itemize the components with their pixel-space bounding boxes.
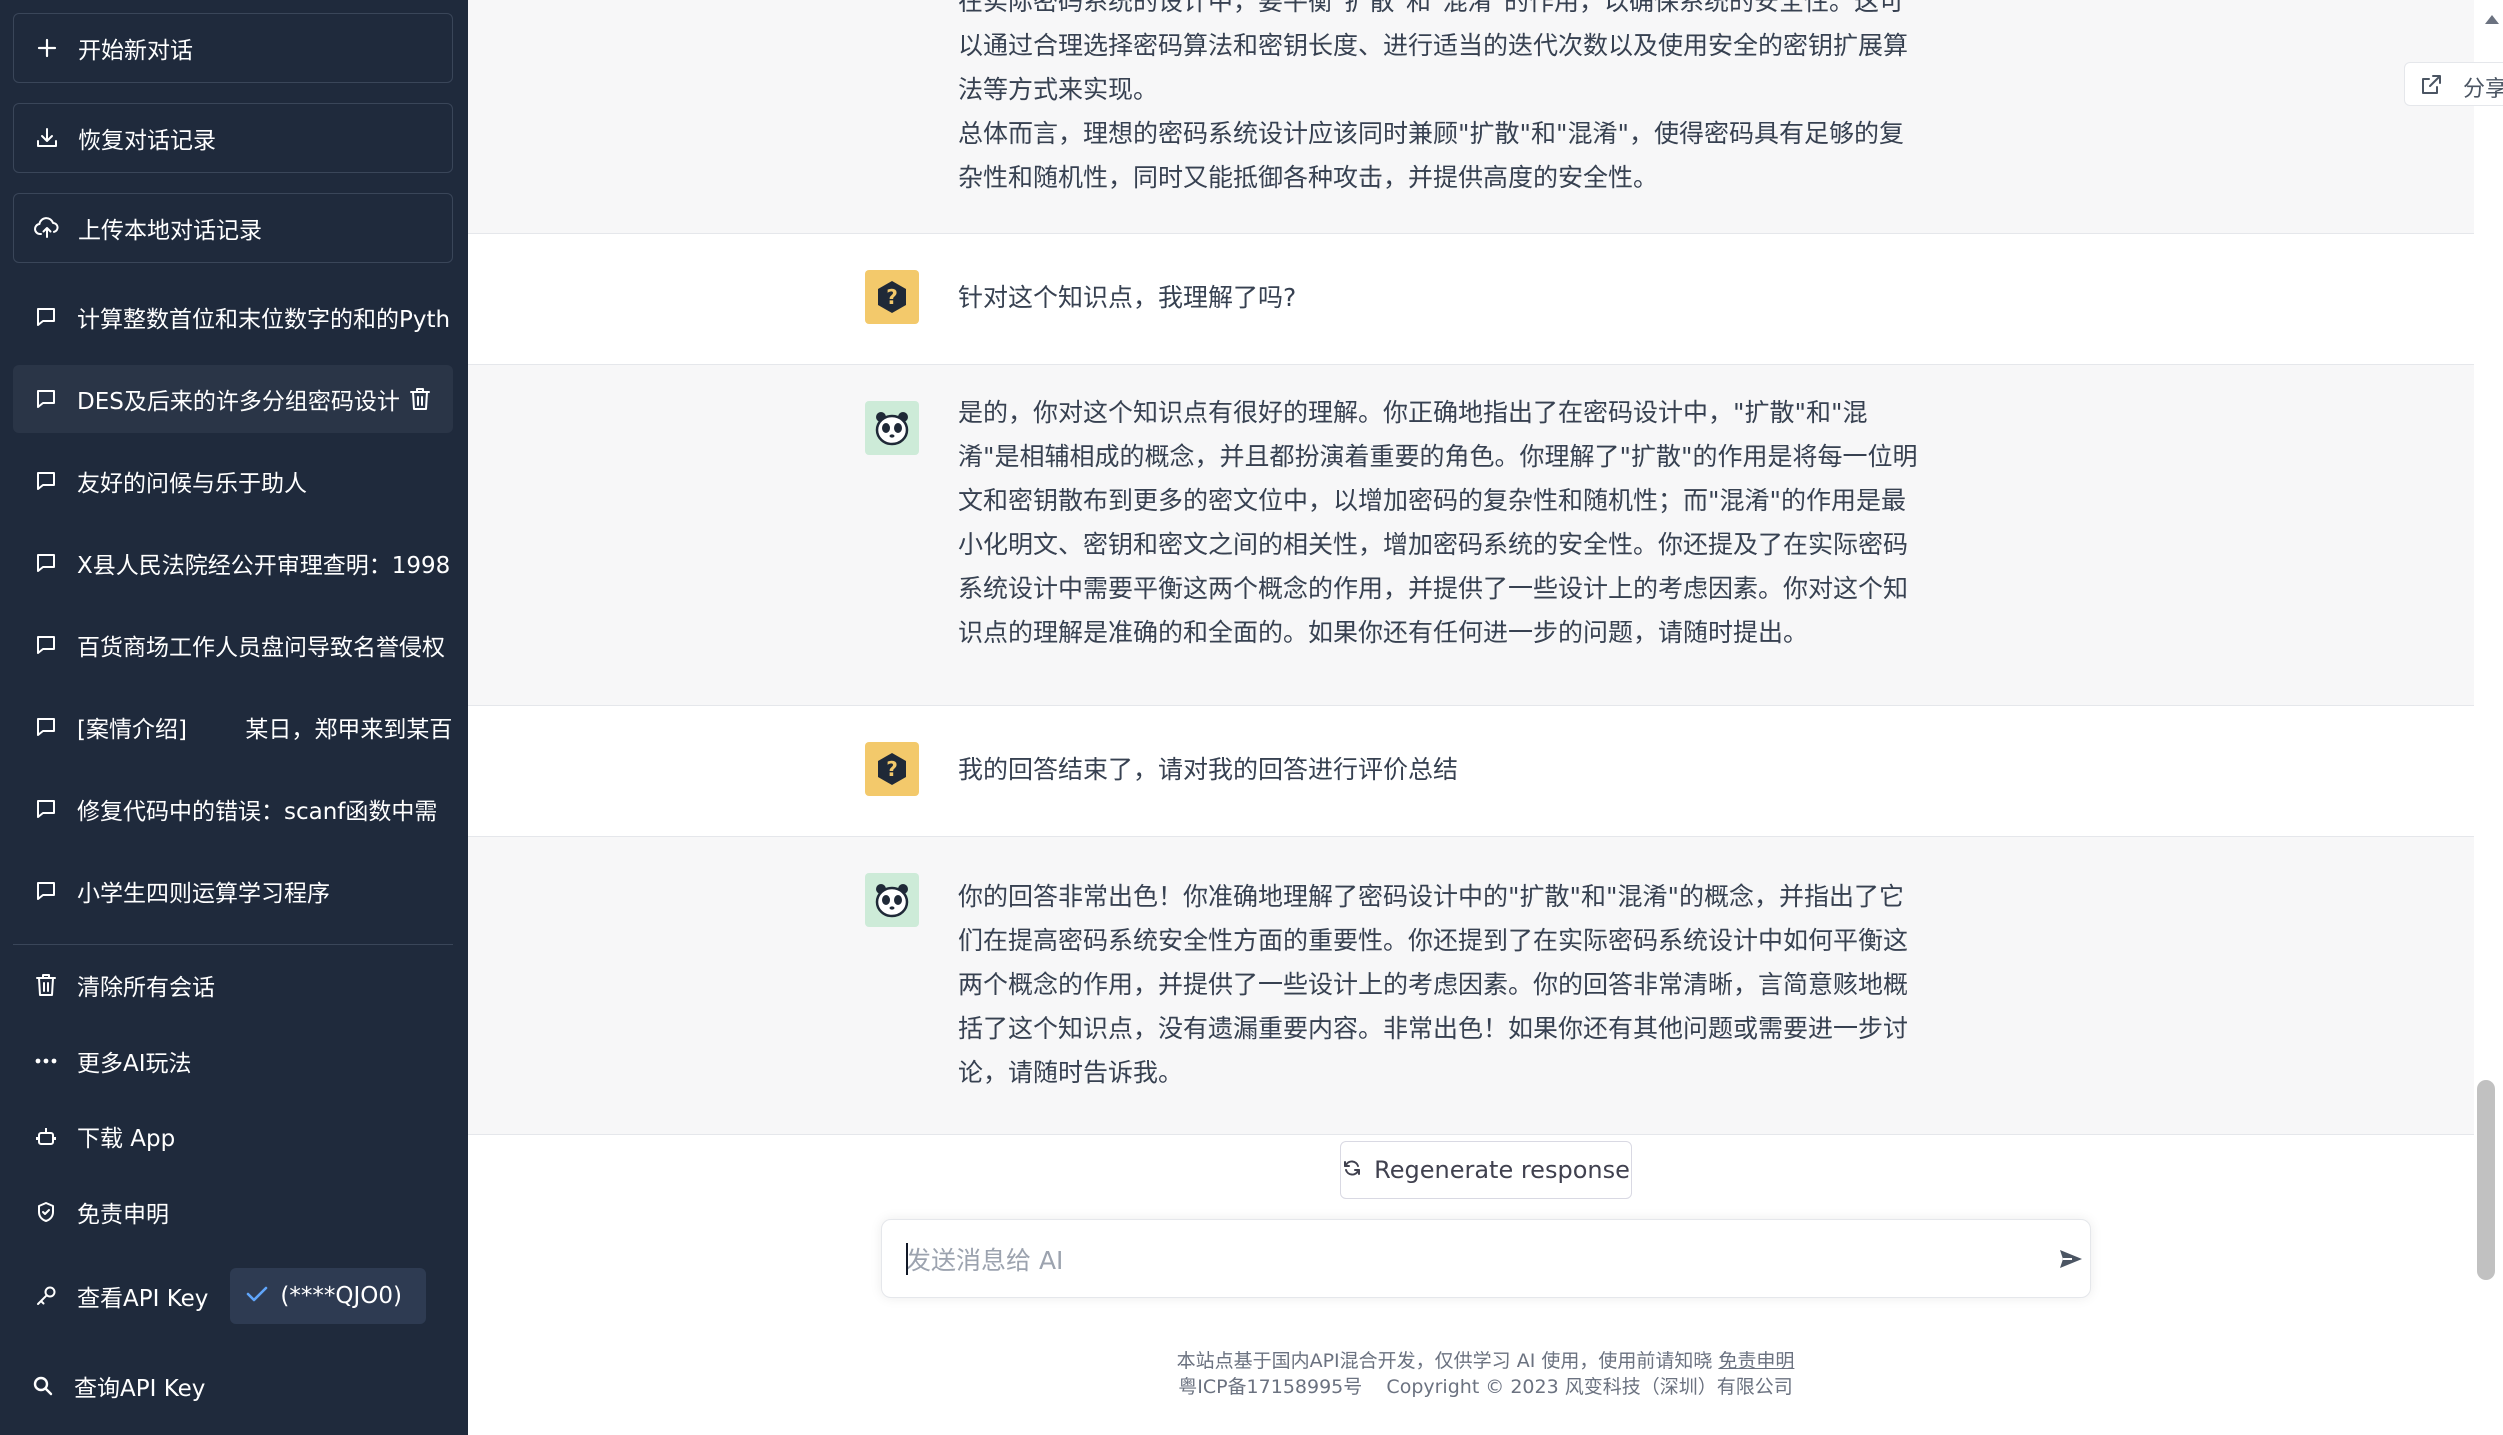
disclaimer-link[interactable]: 免责申明 [1718,1350,1794,1372]
regenerate-label: Regenerate response [1374,1156,1630,1184]
conversation-title: 小学生四则运算学习程序 [77,881,330,907]
new-chat-button[interactable]: 开始新对话 [13,13,453,83]
user-avatar: ? [865,270,919,324]
scrollbar-thumb[interactable] [2477,1080,2495,1280]
chat-bubble-icon [33,878,59,904]
conversation-item[interactable]: 小学生四则运算学习程序 [13,857,453,925]
chat-bubble-icon [33,796,59,822]
ai-message-line: 总体而言，理想的密码系统设计应该同时兼顾"扩散"和"混淆"，使得密码具有足够的复 [958,119,1904,148]
sidebar: 开始新对话 恢复对话记录 上传本地对话记录 计算整数首位和末位数字的和的Pyth… [0,0,468,1435]
key-icon [33,1283,59,1309]
chat-bubble-icon [33,304,59,330]
chat-main: 在实际密码系统的设计中，要平衡"扩散"和"混淆"的作用，以确保系统的安全性。这可… [468,0,2503,1435]
conversation-title: X县人民法院经公开审理查明：1998 [77,553,451,579]
trash-icon [33,972,59,998]
message-row-user: ? 我的回答结束了，请对我的回答进行评价总结 [468,706,2474,836]
footer-disclaimer: 本站点基于国内API混合开发，仅供学习 AI 使用，使用前请知晓 免责申明 [468,1346,2503,1373]
share-label: 分享 [2463,77,2503,102]
footer-copyright-text: 粤ICP备17158995号 Copyright © 2023 风变科技（深圳）… [1178,1376,1793,1398]
conversation-item[interactable]: [案情介绍] 某日，郑甲来到某百 [13,693,453,761]
upload-history-label: 上传本地对话记录 [78,218,262,244]
conversation-title: 修复代码中的错误：scanf函数中需 [77,799,438,825]
message-input[interactable] [904,1238,2008,1282]
conversation-item[interactable]: 修复代码中的错误：scanf函数中需 [13,775,453,843]
view-api-key-label: 查看API Key [77,1286,209,1312]
text-caret [906,1243,908,1275]
check-icon [246,1283,268,1309]
ai-message-line: 杂性和随机性，同时又能抵御各种攻击，并提供高度的安全性。 [958,163,1659,192]
user-message-text: 针对这个知识点，我理解了吗? [958,283,1297,312]
robot-icon [33,1123,59,1149]
new-chat-label: 开始新对话 [78,38,193,64]
download-app-button[interactable]: 下载 App [13,1102,453,1170]
conversation-item[interactable]: 计算整数首位和末位数字的和的Pyth [13,283,453,351]
ai-message-line: 在实际密码系统的设计中，要平衡"扩散"和"混淆"的作用，以确保系统的安全性。这可 [958,0,1904,16]
api-key-value: (****QJO0) [280,1283,402,1309]
user-message-text: 我的回答结束了，请对我的回答进行评价总结 [958,755,1459,784]
ai-message-text: 在实际密码系统的设计中，要平衡"扩散"和"混淆"的作用，以确保系统的安全性。这可… [958,0,1923,200]
sidebar-divider [13,944,453,945]
download-icon [34,125,60,151]
chat-bubble-icon [33,714,59,740]
ellipsis-icon [33,1048,59,1074]
ai-message-text: 是的，你对这个知识点有很好的理解。你正确地指出了在密码设计中，"扩散"和"混淆"… [958,398,1918,647]
conversation-title: DES及后来的许多分组密码设计 [77,389,400,415]
message-row-ai: 在实际密码系统的设计中，要平衡"扩散"和"混淆"的作用，以确保系统的安全性。这可… [468,0,2474,233]
svg-text:?: ? [886,757,898,781]
user-avatar: ? [865,742,919,796]
search-icon [30,1373,56,1399]
message-row-ai: 是的，你对这个知识点有很好的理解。你正确地指出了在密码设计中，"扩散"和"混淆"… [468,365,2474,705]
ai-avatar [865,401,919,455]
message-row-user: ? 针对这个知识点，我理解了吗? [468,234,2474,364]
ai-message-text: 你的回答非常出色！你准确地理解了密码设计中的"扩散"和"混淆"的概念，并指出了它… [958,882,1909,1087]
download-app-label: 下载 App [77,1126,176,1152]
message-composer [881,1219,2091,1298]
ai-message-line: 法等方式来实现。 [958,75,1159,104]
send-icon[interactable] [2056,1244,2086,1274]
view-api-key-button[interactable]: 查看API Key (****QJO0) [13,1266,453,1326]
cloud-upload-icon [34,215,60,241]
upload-history-button[interactable]: 上传本地对话记录 [13,193,453,263]
footer-text: 本站点基于国内API混合开发，仅供学习 AI 使用，使用前请知晓 [1176,1350,1719,1372]
share-button[interactable]: 分享 [2404,62,2503,106]
disclaimer-button[interactable]: 免责申明 [13,1178,453,1246]
external-link-icon [2419,73,2443,103]
query-api-key-label: 查询API Key [74,1376,206,1402]
conversation-title: 百货商场工作人员盘问导致名誉侵权 [77,635,445,661]
conversation-item[interactable]: 友好的问候与乐于助人 [13,447,453,515]
more-ai-label: 更多AI玩法 [77,1051,192,1077]
chat-bubble-icon [33,386,59,412]
scroll-up-arrow[interactable] [2480,8,2503,32]
ai-avatar [865,873,919,927]
clear-all-button[interactable]: 清除所有会话 [13,951,453,1019]
plus-icon [34,35,60,61]
trash-icon[interactable] [407,386,433,412]
conversation-item-active[interactable]: DES及后来的许多分组密码设计 [13,365,453,433]
chat-bubble-icon [33,632,59,658]
more-ai-button[interactable]: 更多AI玩法 [13,1027,453,1095]
conversation-title: [案情介绍] 某日，郑甲来到某百 [77,717,453,743]
query-api-key-button[interactable]: 查询API Key [13,1352,453,1420]
conversation-item[interactable]: X县人民法院经公开审理查明：1998 [13,529,453,597]
shield-icon [33,1199,59,1225]
chat-bubble-icon [33,550,59,576]
message-row-ai: 你的回答非常出色！你准确地理解了密码设计中的"扩散"和"混淆"的概念，并指出了它… [468,837,2474,1134]
chat-bubble-icon [33,468,59,494]
refresh-icon [1342,1156,1362,1184]
restore-history-label: 恢复对话记录 [78,128,216,154]
conversation-title: 友好的问候与乐于助人 [77,471,307,497]
clear-all-label: 清除所有会话 [77,975,215,1001]
regenerate-response-button[interactable]: Regenerate response [1340,1141,1632,1199]
disclaimer-label: 免责申明 [77,1202,169,1228]
conversation-item[interactable]: 百货商场工作人员盘问导致名誉侵权 [13,611,453,679]
api-key-badge[interactable]: (****QJO0) [230,1268,426,1324]
ai-message-line: 以通过合理选择密码算法和密钥长度、进行适当的迭代次数以及使用安全的密钥扩展算 [958,31,1909,60]
row-divider [468,1134,2474,1135]
svg-text:?: ? [886,285,898,309]
restore-history-button[interactable]: 恢复对话记录 [13,103,453,173]
conversation-title: 计算整数首位和末位数字的和的Pyth [77,307,451,333]
footer-copyright: 粤ICP备17158995号 Copyright © 2023 风变科技（深圳）… [468,1372,2503,1399]
